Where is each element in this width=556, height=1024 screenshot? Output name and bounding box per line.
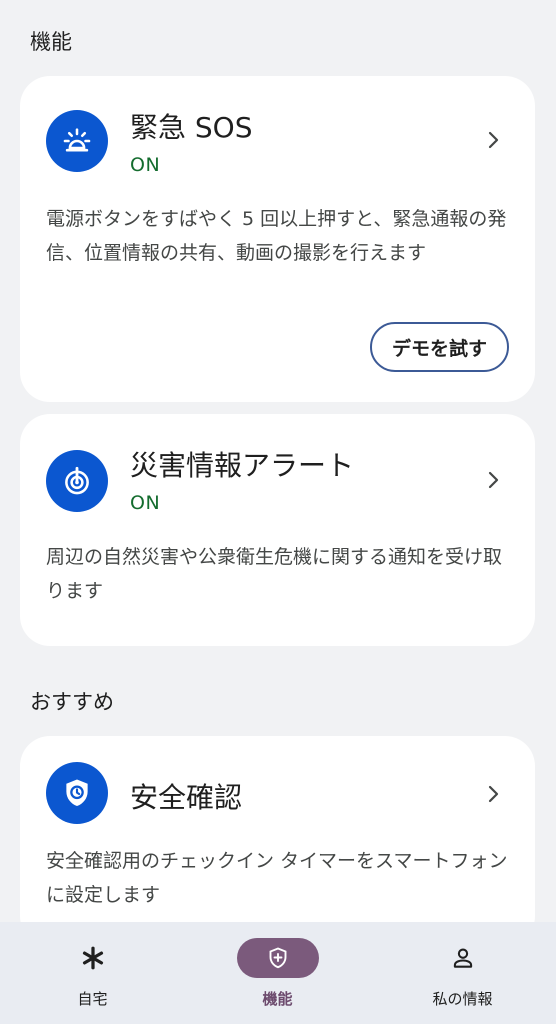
safety-check-description: 安全確認用のチェックイン タイマーをスマートフォンに設定します [46, 850, 508, 906]
nav-label-features: 機能 [262, 990, 293, 1008]
asterisk-icon [52, 938, 134, 978]
sos-description: 電源ボタンをすばやく 5 回以上押すと、緊急通報の発信、位置情報の共有、動画の撮… [46, 208, 507, 264]
disaster-alert-card[interactable]: 災害情報アラート ON 周辺の自然災害や公衆衛生危機に関する通知を受け取ります [20, 414, 535, 646]
sos-card[interactable]: 緊急 SOS ON 電源ボタンをすばやく 5 回以上押すと、緊急通報の発信、位置… [20, 76, 535, 402]
nav-label-my-info: 私の情報 [432, 990, 493, 1008]
disaster-alert-title: 災害情報アラート [130, 449, 355, 482]
nav-label-home: 自宅 [77, 990, 108, 1008]
shield-clock-icon [46, 762, 108, 824]
disaster-alert-description: 周辺の自然災害や公衆衛生危機に関する通知を受け取ります [46, 546, 503, 602]
shield-plus-icon [236, 938, 319, 978]
chevron-right-icon[interactable] [481, 782, 505, 806]
sos-title: 緊急 SOS [130, 111, 253, 144]
sos-status: ON [130, 154, 161, 176]
try-demo-button[interactable]: デモを試す [369, 322, 509, 372]
person-icon [422, 938, 504, 978]
bottom-navigation: 自宅 機能 私の情報 [0, 922, 556, 1024]
chevron-right-icon[interactable] [481, 128, 505, 152]
nav-item-my-info[interactable]: 私の情報 [370, 922, 555, 1024]
disaster-alert-status: ON [130, 492, 161, 514]
safety-check-card[interactable]: 安全確認 安全確認用のチェックイン タイマーをスマートフォンに設定します [20, 736, 535, 946]
section-title-recommended: おすすめ [30, 690, 114, 714]
nav-item-features[interactable]: 機能 [185, 922, 370, 1024]
nav-item-home[interactable]: 自宅 [0, 922, 185, 1024]
siren-icon [46, 110, 108, 172]
section-title-features: 機能 [30, 30, 72, 54]
alert-broadcast-icon [46, 450, 108, 512]
chevron-right-icon[interactable] [481, 468, 505, 492]
safety-check-title: 安全確認 [130, 781, 243, 814]
